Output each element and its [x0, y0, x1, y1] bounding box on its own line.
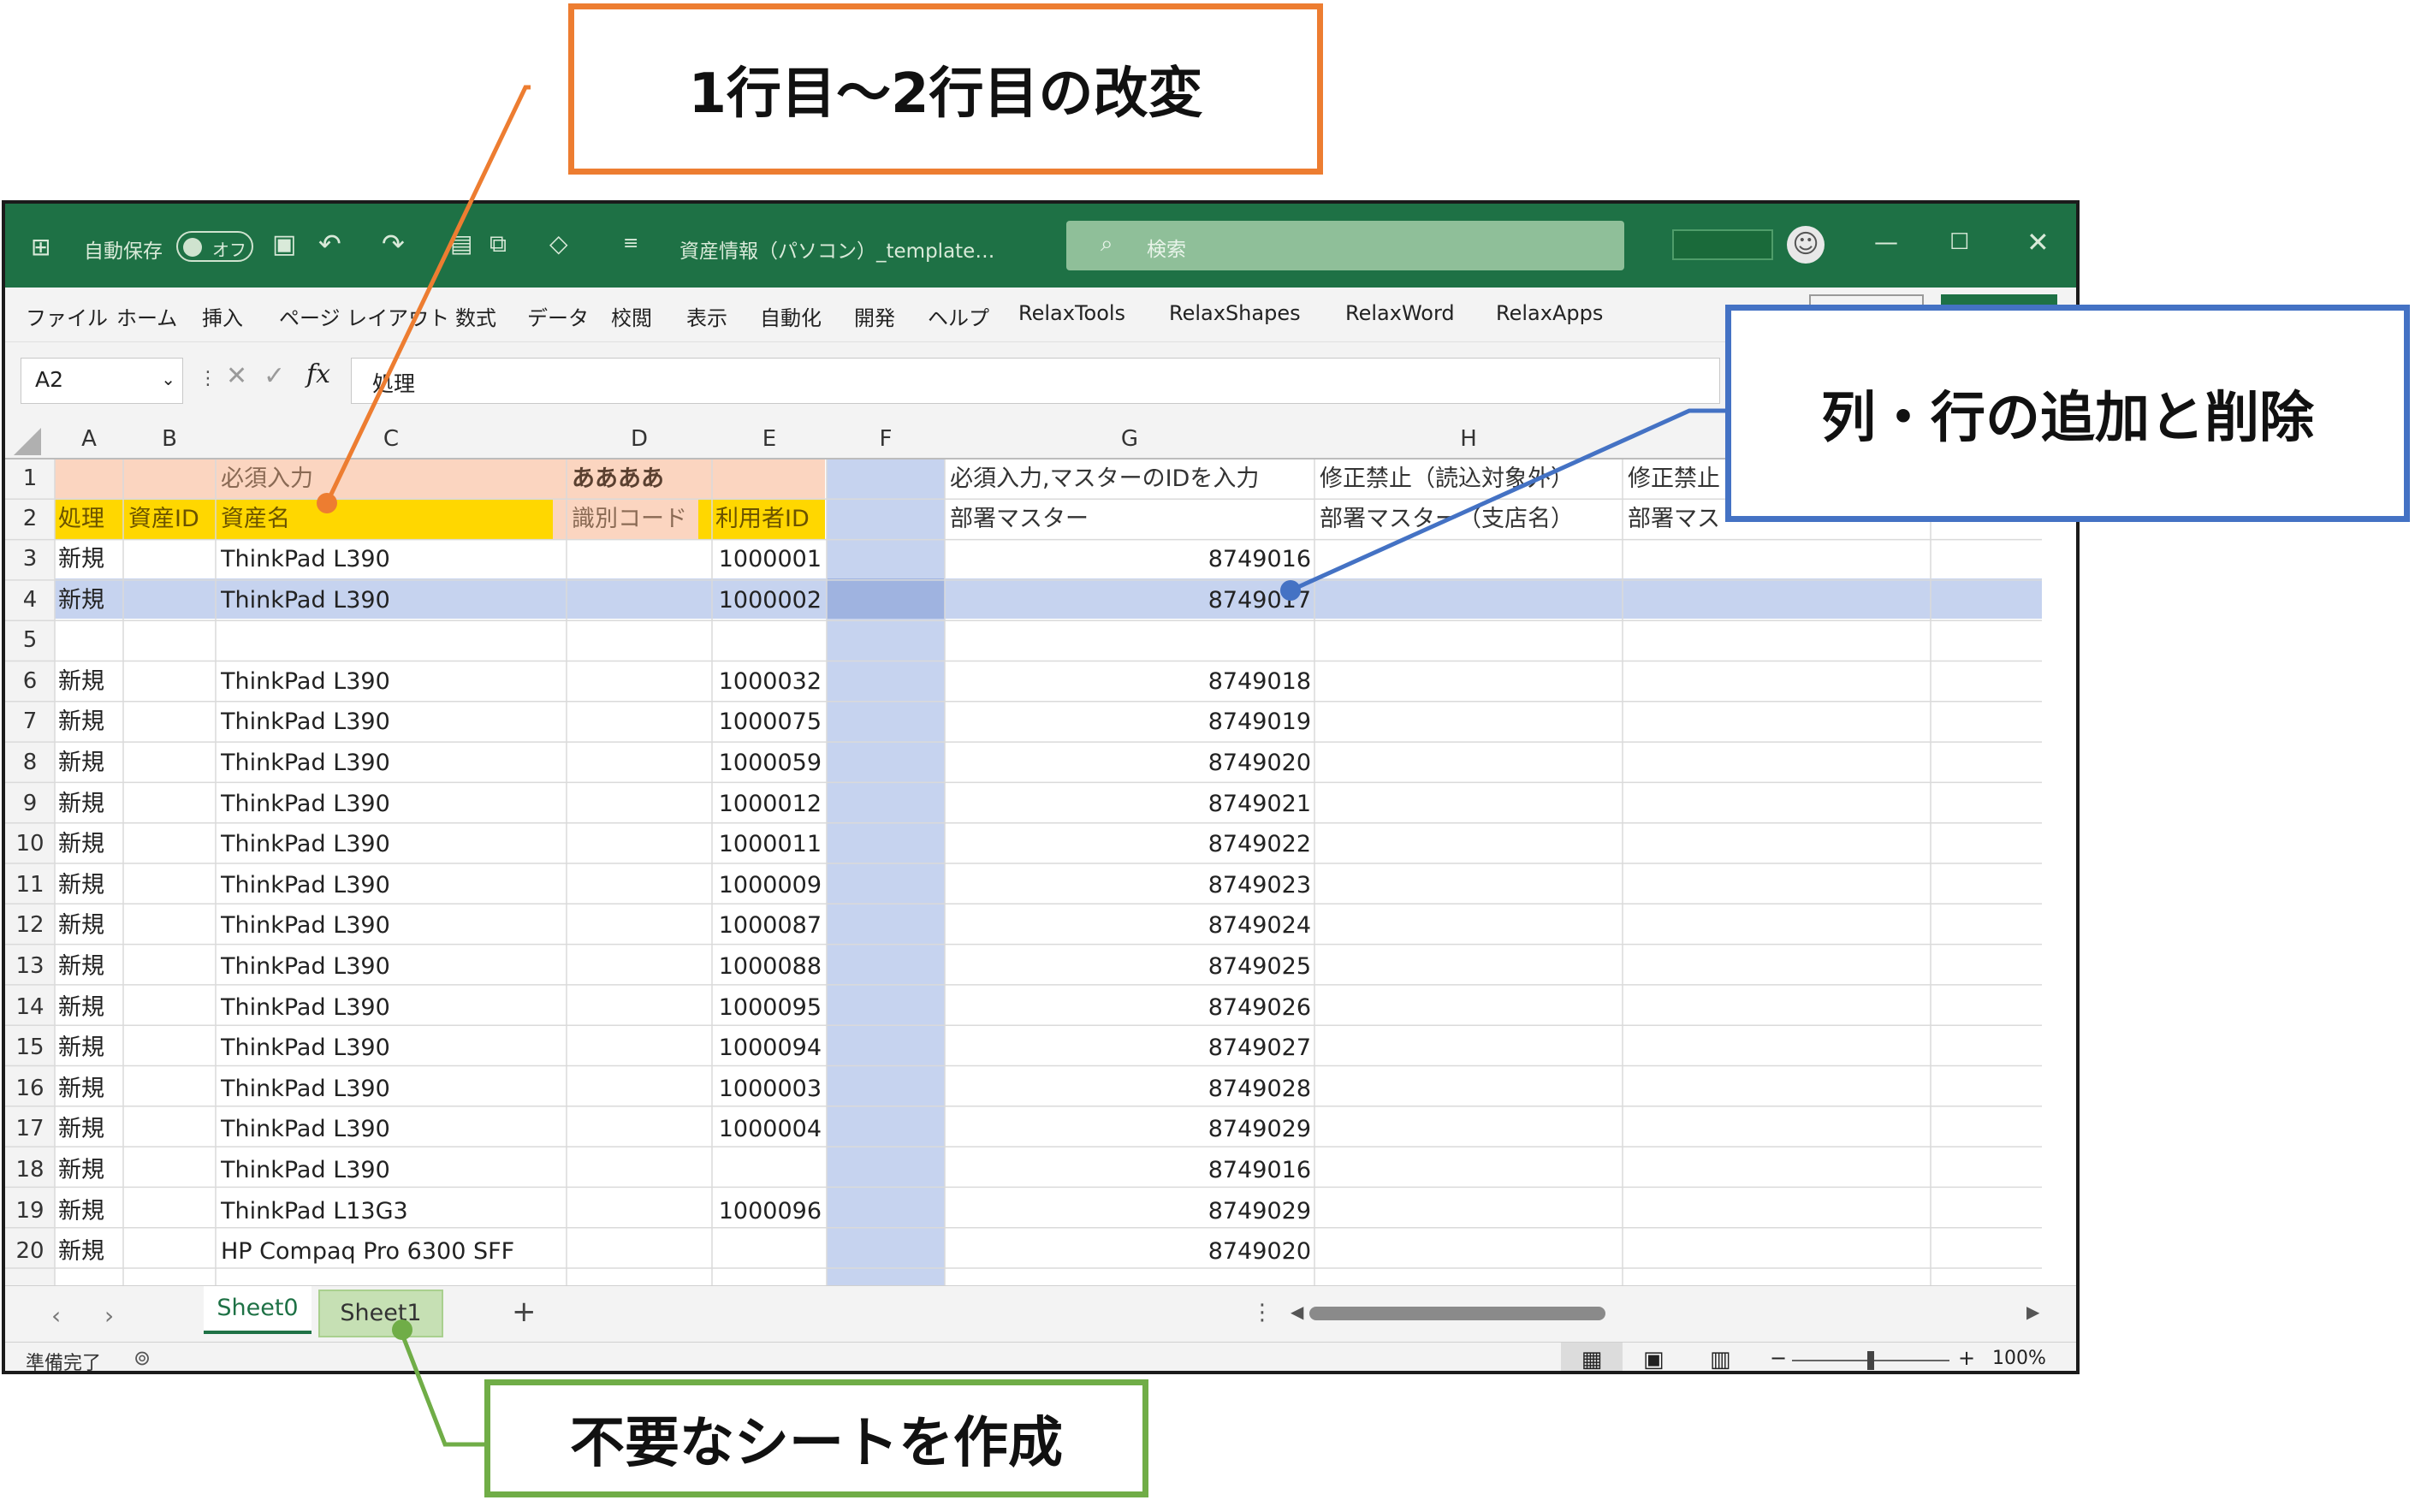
callout-connectors: [317, 85, 1725, 1447]
callout-header-rows: 1行目～2行目の改変: [568, 3, 1323, 175]
callout-extra-sheet: 不要なシートを作成: [484, 1379, 1148, 1497]
callout-add-delete: 列・行の追加と削除: [1725, 305, 2410, 522]
